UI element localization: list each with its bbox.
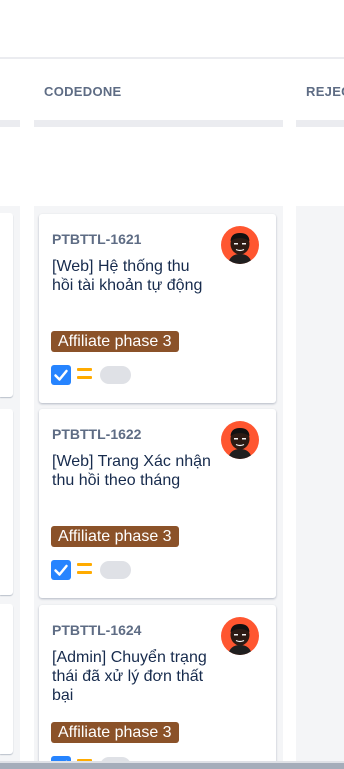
column-rejected — [296, 206, 344, 769]
column-header-codedone[interactable]: CODEDONE — [44, 84, 122, 99]
column-header-strip-codedone — [34, 120, 283, 127]
priority-medium-icon — [77, 368, 92, 382]
issue-summary: [Admin] Chuyển trạng thái đã xử lý đơn t… — [52, 649, 207, 704]
issue-card[interactable]: PTBTTL-1624 [Admin] Chuyển trạng thái đã… — [39, 605, 276, 769]
card-footer — [51, 364, 141, 385]
epic-label[interactable]: Affiliate phase 3 — [51, 331, 179, 352]
user-avatar-icon[interactable] — [221, 421, 259, 459]
horizontal-scrollbar-thumb[interactable] — [0, 763, 344, 769]
card-partial[interactable] — [0, 213, 13, 397]
priority-medium-icon — [77, 563, 92, 577]
column-header-rejected[interactable]: REJEC — [306, 84, 344, 99]
checkbox-icon — [51, 560, 71, 580]
issue-summary: [Web] Hệ thống thu hồi tài khoản tự động — [52, 258, 203, 294]
board-view: CODEDONE REJEC PTBTTL-1621 [Web] Hệ thốn… — [0, 0, 344, 769]
column-header-strip-left — [0, 120, 20, 127]
epic-label[interactable]: Affiliate phase 3 — [51, 526, 179, 547]
issue-card[interactable]: PTBTTL-1622 [Web] Trang Xác nhận thu hồi… — [39, 409, 276, 598]
header-divider — [0, 57, 344, 59]
estimate-badge — [100, 366, 131, 384]
epic-label[interactable]: Affiliate phase 3 — [51, 722, 179, 743]
estimate-badge — [100, 561, 131, 579]
user-avatar-icon[interactable] — [221, 617, 259, 655]
column-header-strip-rejected — [296, 120, 344, 127]
user-avatar-icon[interactable] — [221, 226, 259, 264]
checkbox-icon — [51, 365, 71, 385]
card-footer — [51, 559, 141, 580]
issue-key[interactable]: PTBTTL-1624 — [52, 622, 141, 638]
card-partial[interactable] — [0, 409, 13, 595]
issue-key[interactable]: PTBTTL-1621 — [52, 231, 141, 247]
issue-key[interactable]: PTBTTL-1622 — [52, 426, 141, 442]
card-partial[interactable] — [0, 604, 13, 754]
issue-summary: [Web] Trang Xác nhận thu hồi theo tháng — [52, 453, 211, 489]
issue-card[interactable]: PTBTTL-1621 [Web] Hệ thống thu hồi tài k… — [39, 214, 276, 403]
